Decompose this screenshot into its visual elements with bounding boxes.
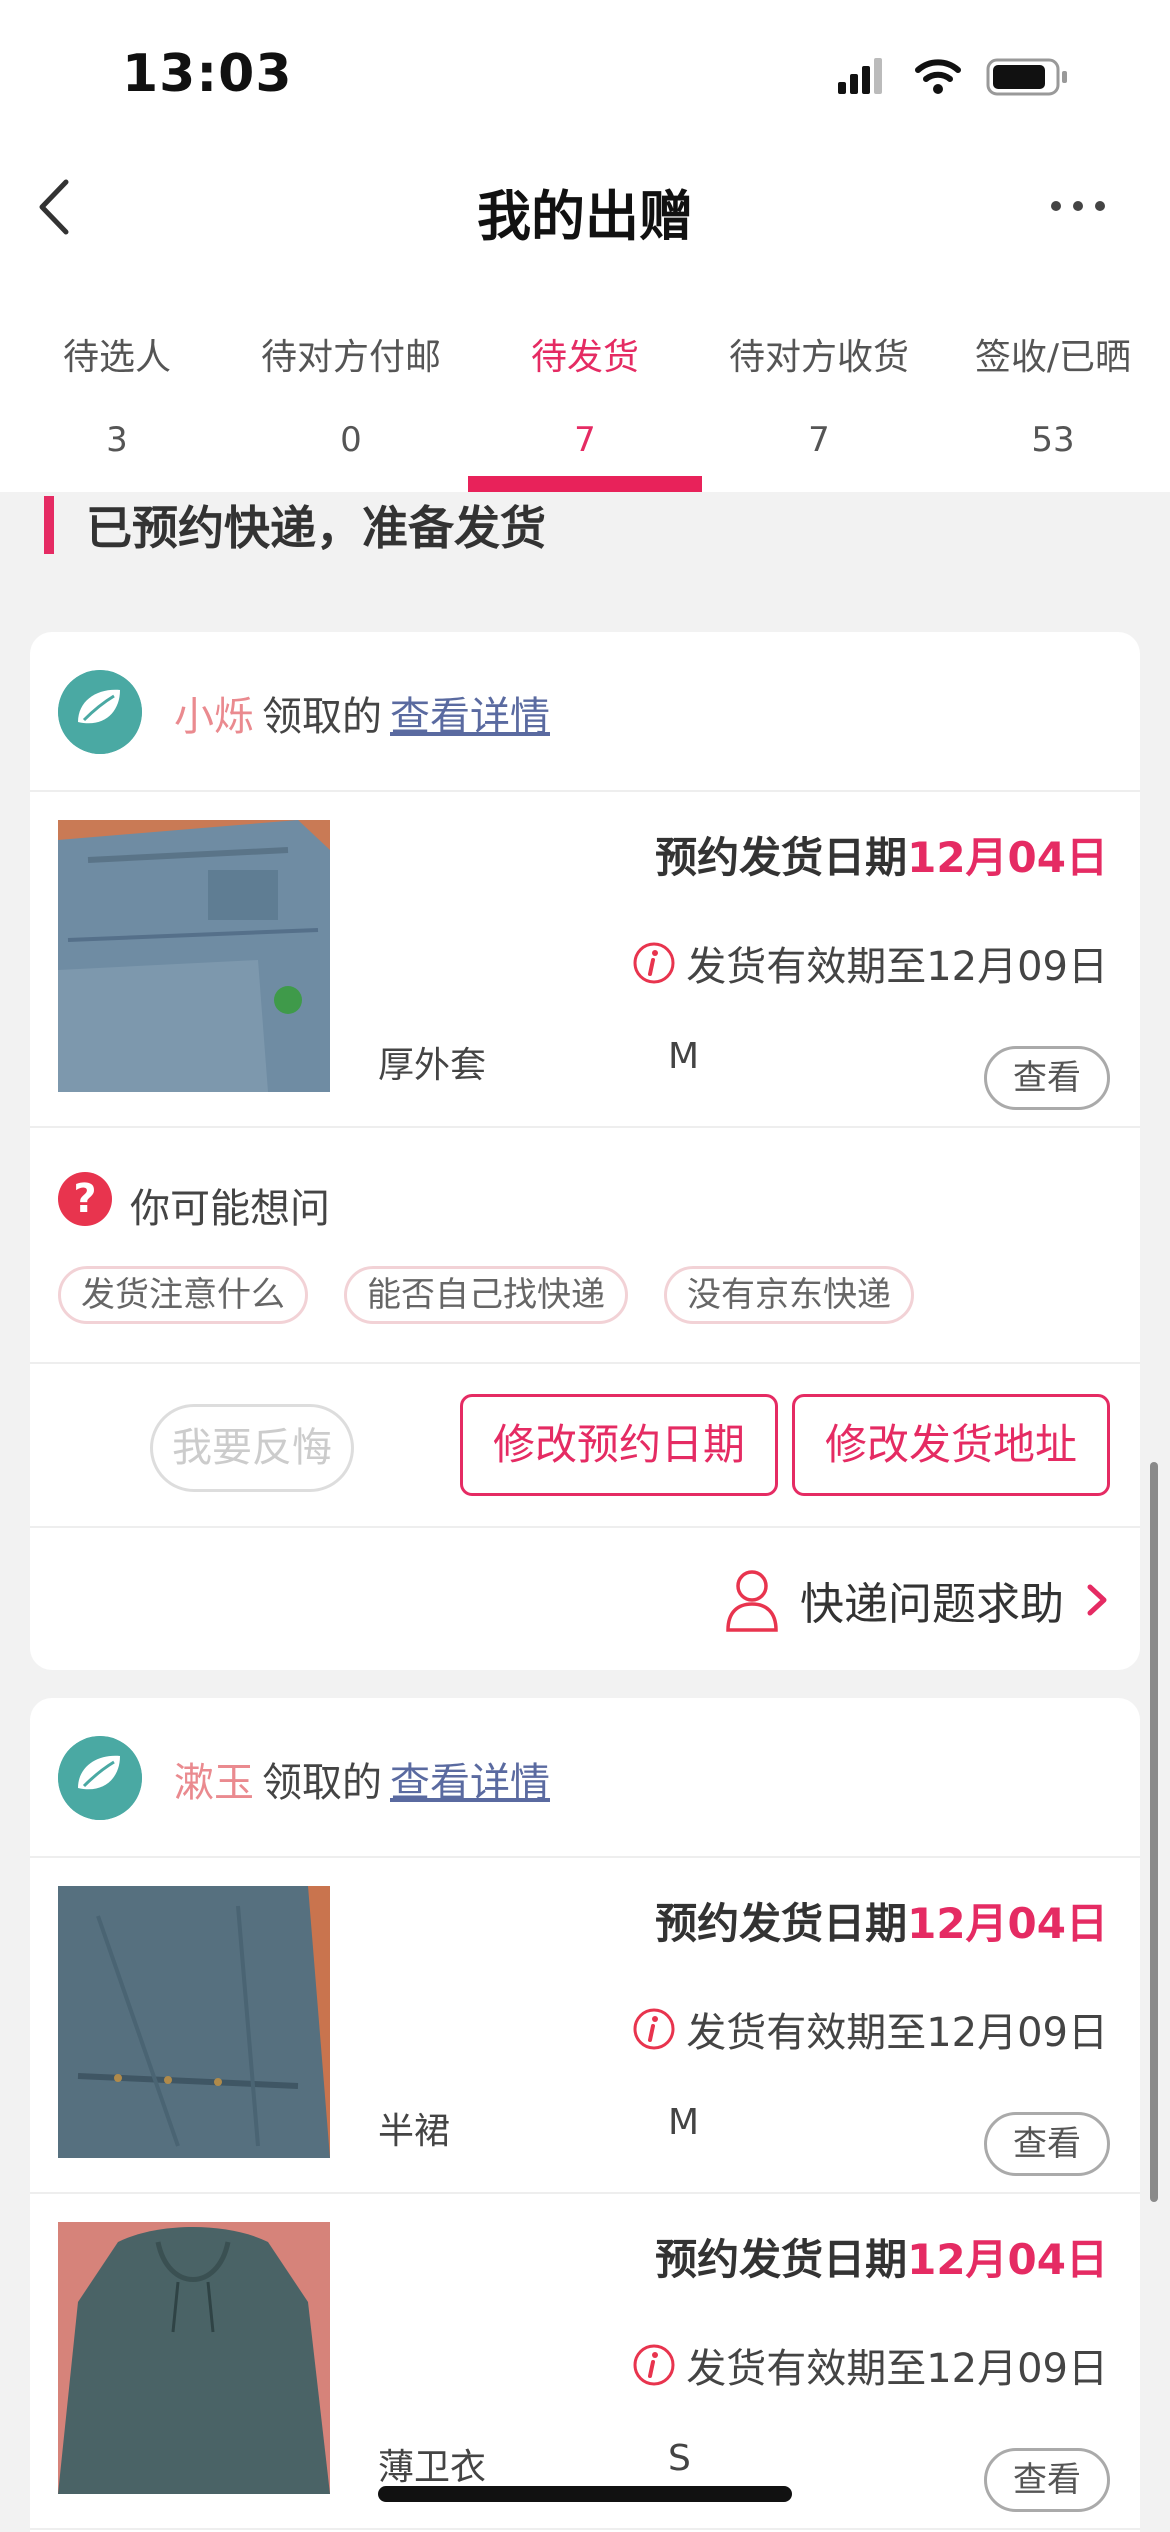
tab-label: 待对方收货 <box>728 337 909 378</box>
status-icons <box>838 58 1067 96</box>
item-photo-skirt[interactable] <box>58 1886 330 2158</box>
order-item: 预约发货日期12月04日 发货有效期至12月09日 半裙 M 查看 <box>30 1858 1140 2194</box>
valid-period: 发货有效期至12月09日 <box>632 2336 1108 2394</box>
valid-text: 发货有效期至12月09日 <box>686 944 1108 990</box>
action-row: 我要反悔 修改预约日期 修改发货地址 <box>30 1364 1140 1528</box>
order-card: 漱玉 领取的 查看详情 预约发货日期12月04日 发货有效期至12月09日 半裙 M… <box>30 1698 1140 2532</box>
order-item: 预约发货日期12月04日 发货有效期至12月09日 厚外套 M 查看 <box>30 792 1140 1128</box>
tab-label: 签收/已晒 <box>974 337 1132 378</box>
tab-count: 7 <box>574 420 596 460</box>
item-photo-hoodie[interactable] <box>58 2222 330 2494</box>
card-header: 漱玉 领取的 查看详情 <box>30 1698 1140 1858</box>
tab-pending-receipt[interactable]: 待对方收货 7 <box>702 320 936 492</box>
faq-chips: 发货注意什么 能否自己找快递 没有京东快递 <box>58 1266 914 1324</box>
faq-chip[interactable]: 能否自己找快递 <box>344 1266 628 1324</box>
section-title: 已预约快递，准备发货 <box>86 501 546 555</box>
valid-period: 发货有效期至12月09日 <box>632 934 1108 992</box>
view-button[interactable]: 查看 <box>984 1046 1110 1110</box>
valid-period: 发货有效期至12月09日 <box>632 2000 1108 2058</box>
help-row[interactable]: 快递问题求助 <box>30 1528 1140 1668</box>
claim-line: 漱玉 领取的 查看详情 <box>174 1750 550 1808</box>
valid-text: 发货有效期至12月09日 <box>686 2346 1108 2392</box>
scheduled-date: 预约发货日期12月04日 <box>655 824 1108 885</box>
tab-label: 待对方付邮 <box>260 337 441 378</box>
help-label: 快递问题求助 <box>800 1579 1064 1630</box>
faq-title: 你可能想问 <box>130 1186 330 1232</box>
item-name: 薄卫衣 <box>378 2447 487 2488</box>
faq-chip[interactable]: 发货注意什么 <box>58 1266 308 1324</box>
date-label: 预约发货日期 <box>655 833 908 882</box>
info-icon <box>633 2008 675 2050</box>
view-details-link[interactable]: 查看详情 <box>390 1760 550 1806</box>
status-tabs: 待选人 3 待对方付邮 0 待发货 7 待对方收货 7 签收/已晒 53 <box>0 320 1170 492</box>
tab-label: 待发货 <box>530 337 639 378</box>
receiver-name[interactable]: 漱玉 <box>174 1760 254 1806</box>
page-title: 我的出赠 <box>477 185 693 248</box>
change-date-button[interactable]: 修改预约日期 <box>460 1394 778 1496</box>
tab-count: 7 <box>808 420 830 460</box>
active-tab-indicator <box>468 476 702 492</box>
view-details-link[interactable]: 查看详情 <box>390 694 550 740</box>
header-area: 13:03 我的出赠 待选人 3 待对方付邮 0 待发货 7 待对方收货 7 签… <box>0 0 1170 492</box>
person-icon <box>726 1570 778 1632</box>
tab-pending-postage[interactable]: 待对方付邮 0 <box>234 320 468 492</box>
item-name: 厚外套 <box>378 1045 487 1086</box>
avatar <box>58 1736 142 1820</box>
signal-icon <box>838 58 882 94</box>
item-size: M <box>668 1036 700 1077</box>
item-size: M <box>668 2102 700 2143</box>
wifi-icon <box>915 59 961 94</box>
claimed-text: 领取的 <box>262 694 382 740</box>
date-value: 12月04日 <box>907 1899 1108 1948</box>
home-indicator[interactable] <box>378 2486 792 2502</box>
change-address-button[interactable]: 修改发货地址 <box>792 1394 1110 1496</box>
tab-label: 待选人 <box>62 337 171 378</box>
tab-count: 3 <box>106 420 128 460</box>
courier-help[interactable]: 快递问题求助 <box>724 1568 1110 1632</box>
view-button[interactable]: 查看 <box>984 2112 1110 2176</box>
section-marker <box>44 496 54 554</box>
receiver-name[interactable]: 小烁 <box>174 694 254 740</box>
tab-received[interactable]: 签收/已晒 53 <box>936 320 1170 492</box>
valid-text: 发货有效期至12月09日 <box>686 2010 1108 2056</box>
regret-button[interactable]: 我要反悔 <box>150 1404 354 1492</box>
status-time: 13:03 <box>122 44 293 104</box>
claim-line: 小烁 领取的 查看详情 <box>174 684 550 742</box>
item-photo-jacket[interactable] <box>58 820 330 1092</box>
scheduled-date: 预约发货日期12月04日 <box>655 1890 1108 1951</box>
date-label: 预约发货日期 <box>655 1899 908 1948</box>
faq-chip[interactable]: 没有京东快递 <box>664 1266 914 1324</box>
date-value: 12月04日 <box>907 833 1108 882</box>
scheduled-date: 预约发货日期12月04日 <box>655 2226 1108 2287</box>
tab-count: 53 <box>1031 420 1075 460</box>
tab-pending-select[interactable]: 待选人 3 <box>0 320 234 492</box>
date-label: 预约发货日期 <box>655 2235 908 2284</box>
info-icon <box>633 2344 675 2386</box>
battery-icon <box>986 58 1067 96</box>
faq-section: ? 你可能想问 发货注意什么 能否自己找快递 没有京东快递 <box>30 1128 1140 1364</box>
tab-pending-shipment[interactable]: 待发货 7 <box>468 320 702 492</box>
scrollbar[interactable] <box>1150 1462 1158 2202</box>
item-size: S <box>668 2438 691 2479</box>
avatar <box>58 670 142 754</box>
order-card: 小烁 领取的 查看详情 预约发货日期12月04日 发货有效期至12月09日 厚外套 … <box>30 632 1140 1670</box>
order-item: 预约发货日期12月04日 发货有效期至12月09日 薄卫衣 S 查看 <box>30 2194 1140 2530</box>
more-icon[interactable] <box>1048 196 1108 216</box>
claimed-text: 领取的 <box>262 1760 382 1806</box>
item-name: 半裙 <box>378 2111 451 2152</box>
card-header: 小烁 领取的 查看详情 <box>30 632 1140 792</box>
info-icon <box>633 942 675 984</box>
question-icon: ? <box>58 1172 112 1226</box>
tab-count: 0 <box>340 420 362 460</box>
chevron-right-icon <box>1087 1584 1107 1616</box>
date-value: 12月04日 <box>907 2235 1108 2284</box>
view-button[interactable]: 查看 <box>984 2448 1110 2512</box>
